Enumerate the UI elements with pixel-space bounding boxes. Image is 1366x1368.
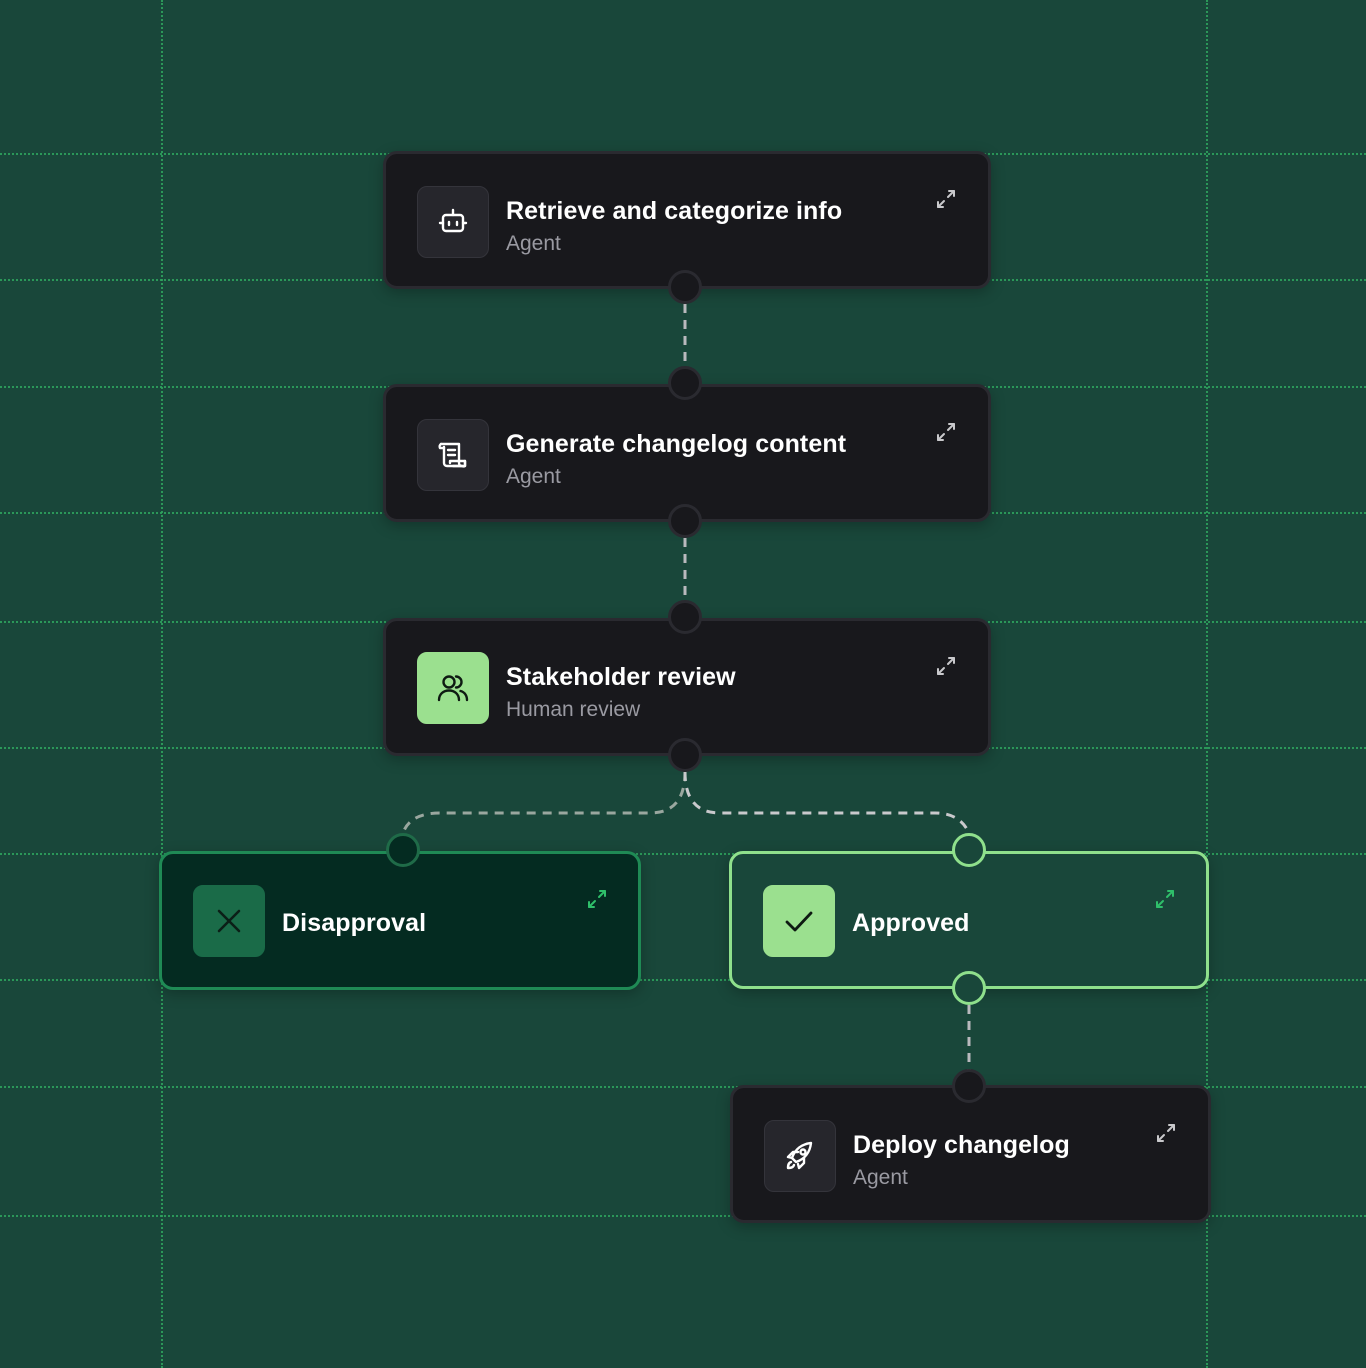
node-title: Approved	[852, 909, 970, 937]
expand-icon[interactable]	[935, 188, 957, 210]
node-subtitle: Human review	[506, 698, 641, 721]
expand-icon[interactable]	[586, 888, 608, 910]
port-approved-out[interactable]	[952, 971, 986, 1005]
port-approved-in[interactable]	[952, 833, 986, 867]
node-disapproval[interactable]: Disapproval	[159, 851, 641, 990]
node-approved[interactable]: Approved	[729, 851, 1209, 989]
port-generate-out[interactable]	[668, 504, 702, 538]
users-icon	[437, 675, 469, 702]
node-title: Deploy changelog	[853, 1131, 1070, 1159]
connector-review-disapproval	[401, 771, 687, 834]
expand-icon[interactable]	[1154, 888, 1176, 910]
node-subtitle: Agent	[506, 465, 561, 488]
port-deploy-in[interactable]	[952, 1069, 986, 1103]
workflow-canvas: Retrieve and categorize info Agent Gener…	[0, 0, 1366, 1368]
node-title: Disapproval	[282, 909, 427, 937]
port-review-in[interactable]	[668, 600, 702, 634]
node-retrieve[interactable]: Retrieve and categorize info Agent	[383, 151, 991, 289]
node-icon-box	[417, 186, 489, 258]
scroll-icon	[438, 442, 467, 468]
node-title: Stakeholder review	[506, 663, 736, 691]
node-stakeholder-review[interactable]: Stakeholder review Human review	[383, 618, 991, 756]
node-icon-box	[764, 1120, 836, 1192]
node-generate[interactable]: Generate changelog content Agent	[383, 384, 991, 522]
expand-icon[interactable]	[1155, 1122, 1177, 1144]
port-generate-in[interactable]	[668, 366, 702, 400]
expand-icon[interactable]	[935, 421, 957, 443]
node-icon-box	[417, 419, 489, 491]
check-icon	[785, 911, 813, 932]
node-icon-box	[763, 885, 835, 957]
node-deploy[interactable]: Deploy changelog Agent	[730, 1085, 1211, 1223]
node-title: Retrieve and categorize info	[506, 197, 843, 225]
node-subtitle: Agent	[506, 232, 561, 255]
node-icon-box	[193, 885, 265, 957]
node-title: Generate changelog content	[506, 430, 847, 458]
robot-icon	[438, 208, 468, 233]
node-subtitle: Agent	[853, 1166, 908, 1189]
port-review-out[interactable]	[668, 738, 702, 772]
port-disapproval-in[interactable]	[386, 833, 420, 867]
x-icon	[217, 909, 241, 933]
rocket-icon	[786, 1141, 813, 1170]
node-icon-box	[417, 652, 489, 724]
connector-review-approved	[683, 771, 971, 834]
port-retrieve-out[interactable]	[668, 270, 702, 304]
expand-icon[interactable]	[935, 655, 957, 677]
